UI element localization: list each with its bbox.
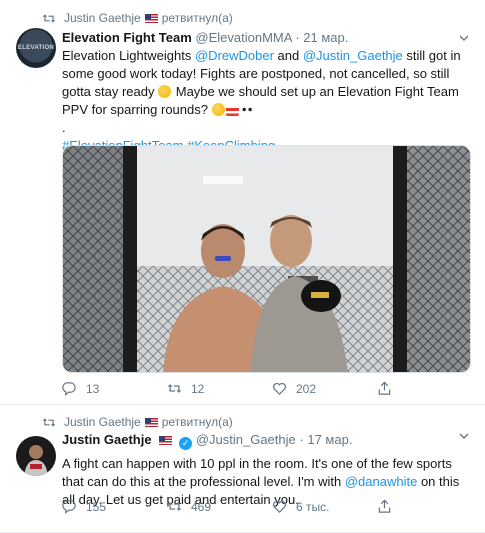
tweet-date[interactable]: 21 мар. bbox=[303, 30, 348, 45]
mention-link[interactable]: @danawhite bbox=[345, 474, 417, 489]
text-segment: and bbox=[273, 48, 303, 63]
avatar-logo-text: ELEVATION bbox=[17, 45, 55, 51]
reply-button[interactable]: 13 bbox=[62, 381, 167, 396]
avatar-photo bbox=[16, 436, 56, 476]
tweet-elevation[interactable]: Justin Gaethje ретвитнул(а) ELEVATION El… bbox=[0, 0, 485, 405]
reply-icon bbox=[62, 382, 76, 396]
thinking-emoji bbox=[211, 103, 225, 116]
tweet-actions: 13 12 202 bbox=[62, 381, 482, 396]
gym-photo-illustration bbox=[63, 146, 470, 372]
author-handle[interactable]: @ElevationMMA bbox=[195, 30, 291, 45]
tweet-date[interactable]: 17 мар. bbox=[307, 432, 352, 447]
retweet-count: 12 bbox=[191, 381, 205, 396]
like-count: 6 тыс. bbox=[296, 499, 330, 514]
retweet-button[interactable]: 12 bbox=[167, 381, 272, 396]
tweet-photo[interactable] bbox=[62, 145, 471, 373]
popcorn-emoji bbox=[225, 103, 239, 116]
retweeter-name[interactable]: Justin Gaethje bbox=[64, 11, 141, 25]
share-icon bbox=[378, 381, 391, 395]
retweeter-name[interactable]: Justin Gaethje bbox=[64, 415, 141, 429]
retweet-icon bbox=[42, 417, 56, 427]
dot-line: . bbox=[62, 120, 66, 135]
retweet-icon bbox=[167, 384, 182, 393]
heart-icon bbox=[273, 382, 286, 395]
tweet-header: Elevation Fight Team @ElevationMMA · 21 … bbox=[62, 30, 348, 45]
retweet-icon bbox=[167, 502, 182, 511]
share-icon bbox=[378, 499, 391, 513]
reply-count: 13 bbox=[86, 381, 100, 396]
flag-us-icon bbox=[144, 13, 158, 23]
text-segment: Elevation Lightweights bbox=[62, 48, 195, 63]
verified-badge-icon: ✓ bbox=[179, 437, 193, 450]
retweet-context: Justin Gaethje ретвитнул(а) bbox=[42, 415, 233, 429]
retweet-icon bbox=[42, 13, 56, 23]
tweet-gaethje[interactable]: Justin Gaethje ретвитнул(а) Justin Gaeth… bbox=[0, 405, 485, 533]
eyes-emoji bbox=[239, 103, 254, 116]
flexed-biceps-emoji bbox=[158, 85, 172, 98]
separator-dot: · bbox=[295, 30, 300, 45]
retweet-button[interactable]: 469 bbox=[167, 499, 272, 514]
share-button[interactable] bbox=[377, 499, 482, 514]
reply-count: 155 bbox=[86, 499, 107, 514]
reply-button[interactable]: 155 bbox=[62, 499, 167, 514]
tweet-header: Justin Gaethje ✓ @Justin_Gaethje · 17 ма… bbox=[62, 432, 352, 450]
caret-down-icon[interactable] bbox=[459, 35, 469, 42]
author-handle[interactable]: @Justin_Gaethje bbox=[196, 432, 296, 447]
tweet-text: Elevation Lightweights @DrewDober and @J… bbox=[62, 47, 472, 155]
author-name[interactable]: Justin Gaethje bbox=[62, 432, 152, 447]
tweet-actions: 155 469 6 тыс. bbox=[62, 499, 482, 514]
like-button[interactable]: 202 bbox=[272, 381, 377, 396]
flag-us-icon bbox=[144, 417, 158, 427]
caret-down-icon[interactable] bbox=[459, 433, 469, 440]
retweet-suffix: ретвитнул(а) bbox=[161, 11, 233, 25]
retweet-context: Justin Gaethje ретвитнул(а) bbox=[42, 11, 233, 25]
mention-link[interactable]: @DrewDober bbox=[195, 48, 274, 63]
mention-link[interactable]: @Justin_Gaethje bbox=[303, 48, 403, 63]
avatar[interactable] bbox=[16, 436, 56, 476]
like-button[interactable]: 6 тыс. bbox=[272, 499, 377, 514]
like-count: 202 bbox=[296, 381, 317, 396]
retweet-count: 469 bbox=[191, 499, 212, 514]
reply-icon bbox=[62, 500, 76, 514]
avatar[interactable]: ELEVATION bbox=[16, 28, 56, 68]
author-name[interactable]: Elevation Fight Team bbox=[62, 30, 192, 45]
heart-icon bbox=[273, 500, 286, 513]
retweet-suffix: ретвитнул(а) bbox=[161, 415, 233, 429]
separator-dot: · bbox=[299, 432, 304, 447]
flag-us-icon bbox=[159, 436, 173, 446]
share-button[interactable] bbox=[377, 381, 482, 396]
